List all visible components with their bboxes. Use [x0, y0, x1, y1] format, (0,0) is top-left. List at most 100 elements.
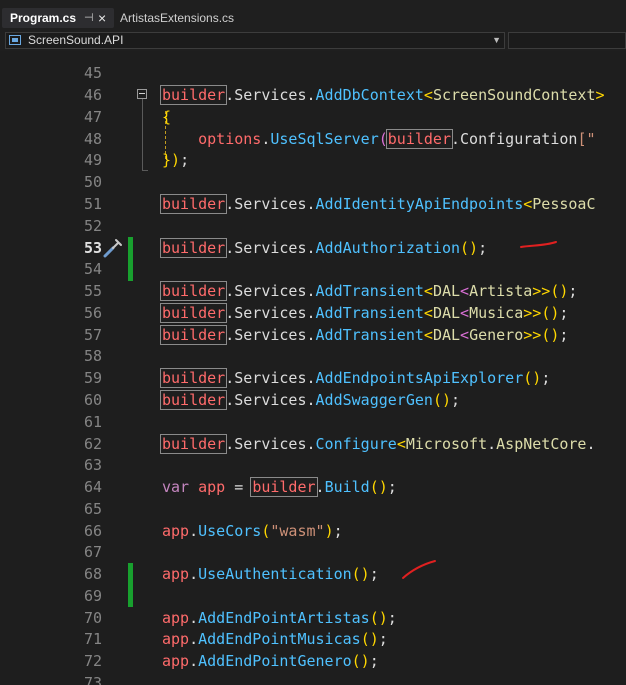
- code-token: "wasm": [270, 522, 325, 540]
- line-number: 48: [83, 130, 102, 148]
- code-token: AddDbContext: [315, 86, 424, 104]
- code-token: Configuration: [460, 130, 578, 148]
- document-tab-bar: Program.cs ⊣ × ArtistasExtensions.cs: [0, 0, 626, 32]
- code-token: Services: [234, 195, 307, 213]
- code-token: Build: [324, 478, 370, 496]
- code-token: app: [162, 609, 190, 627]
- screwdriver-icon[interactable]: [102, 237, 124, 259]
- code-token: ): [171, 151, 181, 169]
- code-token: Services: [234, 369, 307, 387]
- tab-artistas-extensions-cs[interactable]: ArtistasExtensions.cs: [120, 8, 250, 28]
- code-token: .: [487, 435, 497, 453]
- line-number: 69: [83, 587, 102, 605]
- chevron-down-icon[interactable]: ▼: [492, 33, 501, 48]
- code-token: DAL: [432, 326, 461, 344]
- code-token: ;: [333, 522, 343, 540]
- code-token: >>: [532, 282, 551, 300]
- code-token: AddEndPointArtistas: [198, 609, 370, 627]
- line-number: 62: [83, 435, 102, 453]
- code-token: builder: [160, 434, 228, 454]
- code-line-current: builder.Services.AddAuthorization();: [160, 237, 487, 259]
- code-token: Services: [234, 326, 307, 344]
- code-token: .: [225, 282, 235, 300]
- line-number: 61: [83, 413, 102, 431]
- code-token: (): [351, 565, 370, 583]
- line-number: 67: [83, 543, 102, 561]
- line-number: 63: [83, 456, 102, 474]
- code-line: app.AddEndPointGenero();: [162, 650, 379, 672]
- code-token: AddIdentityApiEndpoints: [315, 195, 524, 213]
- code-token: AddEndPointMusicas: [198, 630, 361, 648]
- code-token: .: [306, 369, 316, 387]
- line-number: 45: [83, 64, 102, 82]
- code-token: ;: [180, 151, 190, 169]
- line-number: 50: [83, 173, 102, 191]
- code-token: .: [225, 195, 235, 213]
- code-token: >>: [523, 304, 542, 322]
- code-line: builder.Services.AddDbContext<ScreenSoun…: [160, 84, 605, 106]
- line-number: 51: [83, 195, 102, 213]
- code-token: builder: [160, 238, 228, 258]
- code-token: var: [162, 478, 190, 496]
- code-token: .: [306, 391, 316, 409]
- code-token: AddTransient: [315, 326, 424, 344]
- code-token: Services: [234, 304, 307, 322]
- close-icon[interactable]: ×: [98, 8, 106, 28]
- code-token: .: [451, 130, 461, 148]
- code-token: <: [423, 282, 433, 300]
- code-token: ;: [387, 609, 397, 627]
- code-token: .: [306, 239, 316, 257]
- code-token: UseSqlServer: [270, 130, 379, 148]
- code-token: .: [306, 195, 316, 213]
- code-token: ;: [451, 391, 461, 409]
- collapse-region-icon[interactable]: [137, 89, 147, 99]
- line-number: 49: [83, 151, 102, 169]
- code-token: AspNetCore: [496, 435, 587, 453]
- line-number: 60: [83, 391, 102, 409]
- line-number: 59: [83, 369, 102, 387]
- code-token: Artista: [469, 282, 533, 300]
- code-token: <: [460, 282, 470, 300]
- code-token: .: [306, 304, 316, 322]
- code-token: Services: [234, 86, 307, 104]
- code-token: .: [189, 565, 199, 583]
- project-dropdown[interactable]: ScreenSound.API ▼: [5, 32, 505, 49]
- code-token: ;: [369, 652, 379, 670]
- code-token: <: [423, 326, 433, 344]
- change-marker: [128, 563, 133, 607]
- code-line: options.UseSqlServer(builder.Configurati…: [162, 128, 596, 150]
- pin-icon[interactable]: ⊣: [84, 8, 94, 28]
- code-token: ;: [559, 304, 569, 322]
- code-token: .: [306, 86, 316, 104]
- code-token: Musica: [469, 304, 524, 322]
- code-token: builder: [160, 390, 228, 410]
- code-token: ;: [387, 478, 397, 496]
- code-token: Microsoft: [405, 435, 488, 453]
- code-token: <: [423, 304, 433, 322]
- line-number: 55: [83, 282, 102, 300]
- code-token: .: [225, 86, 235, 104]
- code-token: <: [460, 326, 470, 344]
- code-line: builder.Services.AddTransient<DAL<Genero…: [160, 324, 568, 346]
- tab-label: ArtistasExtensions.cs: [120, 11, 235, 25]
- code-token: (): [369, 478, 388, 496]
- line-number: 73: [83, 674, 102, 685]
- code-token: ;: [369, 565, 379, 583]
- code-editor[interactable]: 45 46 47 48 49 50 51 52 53 54 55 56 57 5…: [0, 51, 626, 685]
- line-number: 71: [83, 630, 102, 648]
- code-token: .: [225, 391, 235, 409]
- code-token: builder: [160, 325, 228, 345]
- code-line: app.UseAuthentication();: [162, 563, 379, 585]
- code-line: builder.Services.AddEndpointsApiExplorer…: [160, 367, 550, 389]
- code-token: .: [225, 369, 235, 387]
- code-token: Services: [234, 239, 307, 257]
- red-ink-annotation: [520, 241, 557, 248]
- project-name: ScreenSound.API: [28, 33, 124, 47]
- member-dropdown[interactable]: [508, 32, 626, 49]
- tab-program-cs[interactable]: Program.cs ⊣ ×: [2, 8, 114, 28]
- code-token: AddEndPointGenero: [198, 652, 352, 670]
- code-token: .: [225, 239, 235, 257]
- code-token: (): [351, 652, 370, 670]
- line-number: 46: [83, 86, 102, 104]
